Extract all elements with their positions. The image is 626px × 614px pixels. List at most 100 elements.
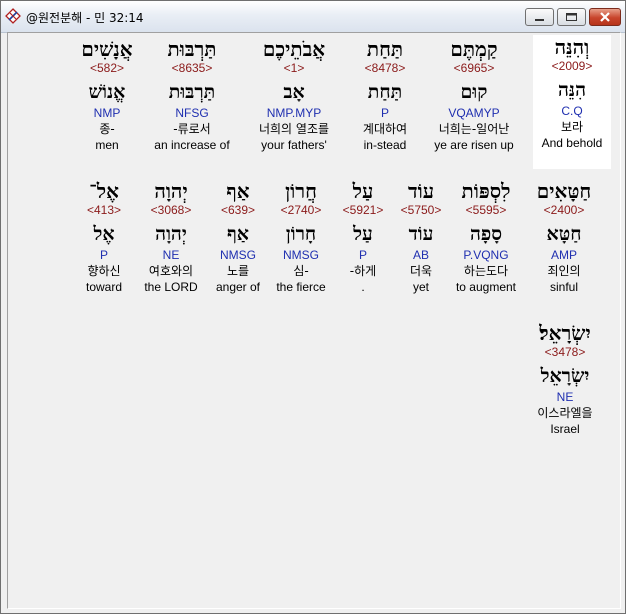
hebrew-word: תַּחַת bbox=[366, 37, 404, 61]
english-gloss: to augment bbox=[455, 280, 517, 294]
window-title: @원전분해 - 민 32:14 bbox=[26, 11, 144, 25]
word-card[interactable]: אַף <639> אַף NMSG 노를 anger of bbox=[208, 179, 268, 295]
hebrew-word: עוֹד bbox=[407, 179, 435, 203]
morphology-code: NMP.MYP bbox=[266, 106, 322, 120]
strong-number[interactable]: <5595> bbox=[448, 203, 524, 218]
hebrew-lemma: קוּם bbox=[460, 81, 488, 103]
korean-gloss: -류로서 bbox=[173, 122, 211, 136]
word-card[interactable]: אֲבֹתֵיכֶם <1> אָב NMP.MYP 너희의 열조를 your … bbox=[244, 37, 344, 153]
english-gloss: your fathers' bbox=[261, 138, 327, 152]
word-card[interactable]: וְהִנֵּה <2009> הִנֵּה C.Q 보라 And behold bbox=[533, 35, 611, 169]
strong-number[interactable]: <2740> bbox=[268, 203, 334, 218]
word-analysis-panel: וְהִנֵּה <2009> הִנֵּה C.Q 보라 And behold… bbox=[7, 32, 621, 609]
english-gloss: Israel bbox=[550, 422, 580, 436]
strong-number[interactable]: <3478> bbox=[518, 345, 612, 360]
hebrew-word: אֲבֹתֵיכֶם bbox=[262, 37, 326, 61]
hebrew-lemma: יִשְׂרָאֵל bbox=[540, 365, 590, 387]
hebrew-lemma: אֱנוֹשׁ bbox=[88, 81, 126, 103]
word-card[interactable]: אֲנָשִׁים <582> אֱנוֹשׁ NMP 종- men bbox=[72, 37, 142, 153]
english-gloss: the fierce bbox=[276, 280, 326, 294]
strong-number[interactable]: <1> bbox=[244, 61, 344, 76]
word-card[interactable]: יְהוָה <3068> יְהוָה NE 여호와의 the LORD bbox=[136, 179, 206, 295]
word-card[interactable]: חֲרוֹן <2740> חָרוֹן NMSG 심- the fierce bbox=[268, 179, 334, 295]
close-button[interactable] bbox=[589, 8, 621, 26]
hebrew-word: חַטָּאִים bbox=[536, 179, 592, 203]
title-bar[interactable]: @원전분해 - 민 32:14 bbox=[1, 1, 625, 33]
korean-gloss: 더욱 bbox=[409, 264, 433, 278]
korean-gloss: 보라 bbox=[560, 120, 584, 134]
korean-gloss: 너희의 열조를 bbox=[258, 122, 330, 136]
hebrew-lemma: אַף bbox=[226, 223, 250, 245]
hebrew-word: קַמְתֶּם bbox=[450, 37, 498, 61]
hebrew-lemma: הִנֵּה bbox=[557, 79, 587, 101]
hebrew-lemma: תַּרְבּוּת bbox=[168, 81, 216, 103]
hebrew-lemma: עַל bbox=[353, 223, 373, 245]
strong-number[interactable]: <582> bbox=[72, 61, 142, 76]
korean-gloss: 계대하여 bbox=[362, 122, 408, 136]
word-card[interactable]: אֶל־ <413> אֶל P 향하신 toward bbox=[78, 179, 130, 295]
english-gloss: an increase of bbox=[154, 138, 230, 152]
bible-app-icon bbox=[5, 8, 21, 24]
minimize-icon bbox=[535, 19, 544, 21]
strong-number[interactable]: <8635> bbox=[146, 61, 238, 76]
app-window: @원전분해 - 민 32:14 וְהִנֵּה <2009> הִנֵּה C… bbox=[0, 0, 626, 614]
morphology-code: VQAMYP bbox=[448, 106, 500, 120]
word-card[interactable]: עַל <5921> עַל P -하게 . bbox=[336, 179, 390, 295]
hebrew-word: לִסְפּוֹת bbox=[461, 179, 511, 203]
english-gloss: And behold bbox=[541, 136, 603, 150]
word-card[interactable]: קַמְתֶּם <6965> קוּם VQAMYP 너희는-일어난 ye a… bbox=[424, 37, 524, 153]
korean-gloss: 너희는-일어난 bbox=[438, 122, 510, 136]
hebrew-word: תַּרְבּוּת bbox=[167, 37, 217, 61]
morphology-code: P bbox=[99, 248, 108, 262]
hebrew-lemma: סָפָה bbox=[469, 223, 503, 245]
morphology-code: P bbox=[358, 248, 367, 262]
word-card[interactable]: תַּחַת <8478> תַּחַת P 계대하여 in-stead bbox=[348, 37, 422, 153]
word-card[interactable]: עוֹד <5750> עוֹד AB 더욱 yet bbox=[394, 179, 448, 295]
strong-number[interactable]: <5750> bbox=[394, 203, 448, 218]
korean-gloss: 종- bbox=[99, 122, 115, 136]
maximize-button[interactable] bbox=[557, 8, 586, 26]
korean-gloss: 죄인의 bbox=[547, 264, 581, 278]
strong-number[interactable]: <2009> bbox=[533, 59, 611, 74]
close-icon bbox=[600, 12, 610, 22]
korean-gloss: -하게 bbox=[349, 264, 377, 278]
strong-number[interactable]: <2400> bbox=[526, 203, 602, 218]
morphology-code: P bbox=[380, 106, 389, 120]
word-card[interactable]: תַּרְבּוּת <8635> תַּרְבּוּת NFSG -류로서 a… bbox=[146, 37, 238, 153]
english-gloss: yet bbox=[412, 280, 429, 294]
english-gloss: . bbox=[361, 280, 365, 294]
hebrew-lemma: חַטָּא bbox=[546, 223, 582, 245]
morphology-code: NMSG bbox=[283, 248, 319, 262]
english-gloss: ye are risen up bbox=[434, 138, 514, 152]
word-card[interactable]: לִסְפּוֹת <5595> סָפָה P.VQNG 하는도다 to au… bbox=[448, 179, 524, 295]
strong-number[interactable]: <639> bbox=[208, 203, 268, 218]
korean-gloss: 심- bbox=[293, 264, 309, 278]
morphology-code: C.Q bbox=[561, 104, 583, 118]
word-card[interactable]: יִשְׂרָאֵל׃ <3478> יִשְׂרָאֵל NE 이스라엘을 I… bbox=[518, 321, 612, 437]
morphology-code: NE bbox=[162, 248, 180, 262]
morphology-code: NMSG bbox=[220, 248, 256, 262]
hebrew-word: אַף bbox=[226, 179, 250, 203]
morphology-code: NFSG bbox=[175, 106, 209, 120]
strong-number[interactable]: <5921> bbox=[336, 203, 390, 218]
minimize-button[interactable] bbox=[525, 8, 554, 26]
korean-gloss: 이스라엘을 bbox=[537, 406, 593, 420]
korean-gloss: 향하신 bbox=[87, 264, 121, 278]
english-gloss: men bbox=[95, 138, 119, 152]
morphology-code: NE bbox=[556, 390, 574, 404]
morphology-code: P.VQNG bbox=[463, 248, 509, 262]
hebrew-lemma: יְהוָה bbox=[155, 223, 187, 245]
hebrew-word: אֶל־ bbox=[89, 179, 119, 203]
hebrew-lemma: אָב bbox=[283, 81, 305, 103]
english-gloss: sinful bbox=[549, 280, 578, 294]
strong-number[interactable]: <6965> bbox=[424, 61, 524, 76]
strong-number[interactable]: <8478> bbox=[348, 61, 422, 76]
hebrew-word: יִשְׂרָאֵל׃ bbox=[539, 321, 591, 345]
english-gloss: toward bbox=[85, 280, 123, 294]
strong-number[interactable]: <3068> bbox=[136, 203, 206, 218]
hebrew-word: וְהִנֵּה bbox=[554, 35, 590, 59]
strong-number[interactable]: <413> bbox=[78, 203, 130, 218]
korean-gloss: 여호와의 bbox=[148, 264, 194, 278]
english-gloss: in-stead bbox=[363, 138, 407, 152]
word-card[interactable]: חַטָּאִים <2400> חַטָּא AMP 죄인의 sinful bbox=[526, 179, 602, 295]
